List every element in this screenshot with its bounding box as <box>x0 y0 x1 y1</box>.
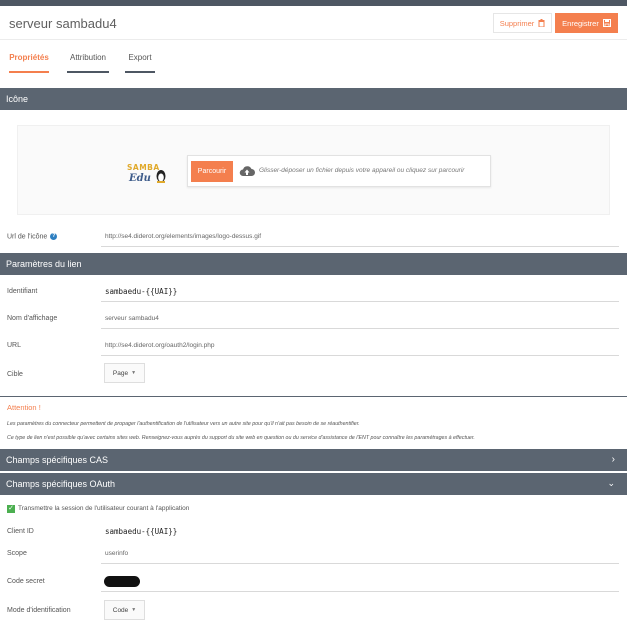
attention-divider <box>0 396 627 397</box>
tab-attribution-label: Attribution <box>69 53 107 62</box>
attention-text-2: Ce type de lien n'est possible qu'avec c… <box>7 435 475 441</box>
scope-underline <box>101 563 619 564</box>
icon-url-underline <box>101 246 619 247</box>
client-id-label: Client ID <box>7 528 34 535</box>
secret-input-redacted[interactable] <box>104 576 140 587</box>
floppy-icon <box>602 19 611 27</box>
tab-export[interactable]: Export <box>125 53 155 73</box>
page-title: serveur sambadu4 <box>9 16 117 31</box>
chevron-down-icon: ▼ <box>131 607 137 613</box>
tab-export-underline <box>125 71 155 73</box>
section-link-params-header: Paramètres du lien <box>0 253 627 275</box>
icon-url-input[interactable]: http://se4.diderot.org/elements/images/l… <box>105 233 261 240</box>
save-button[interactable]: Enregistrer <box>555 13 618 33</box>
identifiant-label: Identifiant <box>7 288 38 295</box>
icon-url-label: Url de l'icône? <box>7 233 58 241</box>
transmit-session-checkbox[interactable]: ✓ <box>7 505 15 513</box>
delete-button[interactable]: Supprimer <box>493 13 552 33</box>
scope-input[interactable]: userinfo <box>105 550 128 557</box>
delete-button-label: Supprimer <box>499 18 535 28</box>
section-oauth-title: Champs spécifiques OAuth <box>6 479 116 489</box>
tab-properties-label: Propriétés <box>9 53 49 62</box>
icon-url-label-text: Url de l'icône <box>7 233 48 241</box>
sambaedu-logo: SAMBA Edu <box>127 163 166 184</box>
mode-select-value: Code <box>112 606 129 614</box>
chevron-right-icon: › <box>611 454 615 465</box>
secret-underline <box>101 591 619 592</box>
secret-label: Code secret <box>7 578 45 585</box>
section-icon-title: Icône <box>6 94 29 104</box>
tab-attribution[interactable]: Attribution <box>67 53 109 73</box>
upload-box: Parcourir Glisser-déposer un fichier dep… <box>187 155 491 187</box>
section-cas-header[interactable]: Champs spécifiques CAS › <box>0 449 627 471</box>
secret-row: Code secret <box>0 573 627 593</box>
logo-text-edu: Edu <box>128 173 151 184</box>
url-underline <box>101 355 619 356</box>
identifiant-underline <box>101 301 619 302</box>
mode-label: Mode d'identification <box>7 607 71 614</box>
display-name-row: Nom d'affichage serveur sambadu4 <box>0 310 627 330</box>
client-id-value: sambaedu-{{UAI}} <box>105 527 178 536</box>
section-oauth-header[interactable]: Champs spécifiques OAuth ⌄ <box>0 473 627 495</box>
target-select-value: Page <box>112 369 129 377</box>
client-id-row: Client ID sambaedu-{{UAI}} <box>0 523 627 543</box>
logo-text-samba: SAMBA <box>127 163 160 172</box>
section-link-params-title: Paramètres du lien <box>6 259 82 269</box>
url-input[interactable]: http://se4.diderot.org/oauth2/login.php <box>105 342 215 349</box>
display-name-input[interactable]: serveur sambadu4 <box>105 315 159 322</box>
target-select[interactable]: Page ▼ <box>104 363 145 383</box>
tab-export-label: Export <box>128 53 152 62</box>
identifiant-row: Identifiant sambaedu-{{UAI}} <box>0 283 627 303</box>
url-label: URL <box>7 342 22 349</box>
scope-row: Scope userinfo <box>0 545 627 565</box>
target-label: Cible <box>7 371 23 378</box>
tab-properties[interactable]: Propriétés <box>9 53 49 73</box>
save-button-label: Enregistrer <box>562 18 599 28</box>
section-icon-header: Icône <box>0 88 627 110</box>
transmit-session-label: Transmettre la session de l'utilisateur … <box>18 505 190 512</box>
chevron-down-icon: ⌄ <box>607 478 615 488</box>
display-name-label: Nom d'affichage <box>7 315 58 322</box>
tab-attribution-underline <box>67 71 109 73</box>
identifiant-input[interactable]: sambaedu-{{UAI}} <box>105 287 177 296</box>
browse-button[interactable]: Parcourir <box>191 161 233 182</box>
header-divider <box>0 39 627 40</box>
scope-label: Scope <box>7 550 27 557</box>
display-name-underline <box>101 328 619 329</box>
chevron-down-icon: ▼ <box>131 370 137 376</box>
help-icon[interactable]: ? <box>50 233 58 240</box>
mode-select[interactable]: Code ▼ <box>104 600 145 620</box>
attention-text-1: Les paramètres du connecteur permettent … <box>7 421 360 427</box>
page-header: serveur sambadu4 Supprimer Enregistrer <box>0 6 627 40</box>
cloud-upload-icon <box>239 166 255 176</box>
tab-bar: Propriétés Attribution Export <box>0 44 627 78</box>
tab-properties-underline <box>9 71 49 73</box>
url-row: URL http://se4.diderot.org/oauth2/login.… <box>0 337 627 357</box>
attention-title: Attention ! <box>7 403 41 412</box>
section-cas-title: Champs spécifiques CAS <box>6 455 109 465</box>
upload-instructions: Glisser-déposer un fichier depuis votre … <box>259 167 465 174</box>
mode-row: Mode d'identification <box>0 602 627 622</box>
icon-url-row: Url de l'icône? http://se4.diderot.org/e… <box>0 228 627 248</box>
trash-icon <box>538 19 545 27</box>
target-row: Cible <box>0 366 627 386</box>
